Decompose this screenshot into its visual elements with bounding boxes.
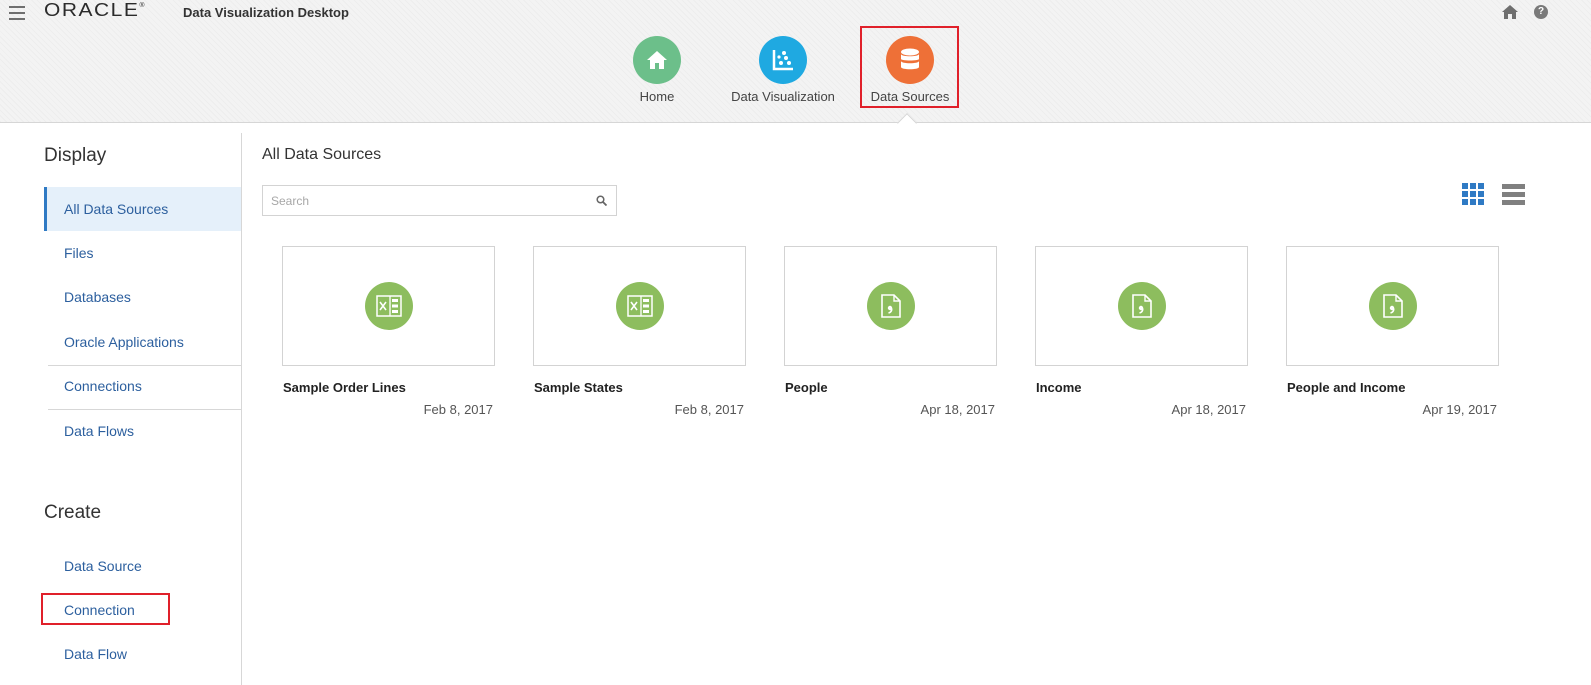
data-source-card[interactable]: People Apr 18, 2017 [784, 246, 997, 417]
nav-home[interactable]: Home [617, 36, 697, 104]
home-icon[interactable] [1502, 5, 1518, 19]
oracle-logo: ORACLE® [44, 0, 145, 21]
card-date: Feb 8, 2017 [674, 402, 744, 417]
card-date: Feb 8, 2017 [423, 402, 493, 417]
card-date: Apr 18, 2017 [1171, 402, 1246, 417]
card-name: People [785, 380, 828, 395]
search-icon[interactable] [596, 195, 607, 206]
card-thumbnail[interactable] [282, 246, 495, 366]
help-icon[interactable]: ? [1534, 5, 1548, 19]
top-header: ORACLE® Data Visualization Desktop ? Hom… [0, 0, 1591, 123]
card-thumbnail[interactable] [784, 246, 997, 366]
nav-home-label: Home [639, 89, 675, 104]
nav-data-sources[interactable]: Data Sources [862, 36, 958, 104]
nav-data-visualization[interactable]: Data Visualization [724, 36, 842, 104]
data-source-card[interactable]: People and Income Apr 19, 2017 [1286, 246, 1499, 417]
data-source-card[interactable]: Sample States Feb 8, 2017 [533, 246, 746, 417]
csv-file-icon [1368, 282, 1417, 330]
card-name: Sample Order Lines [283, 380, 406, 395]
excel-file-icon [615, 282, 664, 330]
csv-file-icon [866, 282, 915, 330]
scatter-chart-icon [759, 36, 807, 84]
home-icon [633, 36, 681, 84]
page-title: All Data Sources [262, 146, 382, 163]
card-thumbnail[interactable] [533, 246, 746, 366]
hamburger-menu-icon[interactable] [9, 6, 25, 20]
app-title: Data Visualization Desktop [183, 5, 349, 20]
excel-file-icon [364, 282, 413, 330]
nav-data-sources-label: Data Sources [870, 89, 950, 104]
card-name: People and Income [1287, 380, 1406, 395]
card-date: Apr 18, 2017 [920, 402, 995, 417]
csv-file-icon [1117, 282, 1166, 330]
search-input[interactable] [263, 186, 583, 215]
card-thumbnail[interactable] [1035, 246, 1248, 366]
card-thumbnail[interactable] [1286, 246, 1499, 366]
card-date: Apr 19, 2017 [1422, 402, 1497, 417]
sidebar-border [0, 133, 242, 685]
search-box [262, 185, 617, 216]
data-source-card[interactable]: Income Apr 18, 2017 [1035, 246, 1248, 417]
data-source-card[interactable]: Sample Order Lines Feb 8, 2017 [282, 246, 495, 417]
database-icon [886, 36, 934, 84]
card-name: Sample States [534, 380, 623, 395]
list-view-icon[interactable] [1502, 184, 1525, 206]
card-name: Income [1036, 380, 1082, 395]
nav-data-visualization-label: Data Visualization [731, 89, 835, 104]
grid-view-icon[interactable] [1462, 183, 1484, 205]
